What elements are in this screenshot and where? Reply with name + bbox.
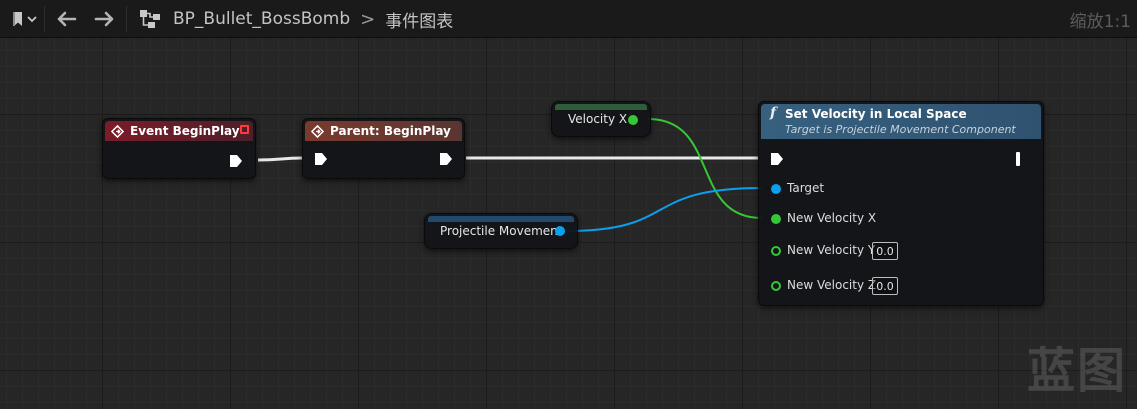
- new-velocity-z-input[interactable]: 0.0: [872, 277, 898, 295]
- velocity-x-variable-node[interactable]: Velocity X: [551, 101, 651, 137]
- new-velocity-y-input-pin[interactable]: [771, 246, 781, 256]
- zoom-level: 缩放1:1: [1069, 11, 1131, 32]
- new-velocity-x-input-pin[interactable]: [771, 214, 781, 224]
- function-icon: f: [770, 105, 777, 121]
- event-beginplay-node[interactable]: Event BeginPlay: [102, 118, 256, 179]
- node-header: Parent: BeginPlay: [305, 121, 462, 141]
- exec-input-pin[interactable]: [314, 152, 328, 166]
- target-input-pin[interactable]: [771, 184, 781, 194]
- toolbar-divider: [44, 6, 45, 32]
- object-output-pin[interactable]: [555, 226, 565, 236]
- exec-output-pin[interactable]: [1016, 152, 1020, 166]
- event-diamond-icon: [311, 124, 324, 138]
- projectile-movement-variable-node[interactable]: Projectile Movement: [424, 213, 578, 249]
- breadcrumb: BP_Bullet_BossBomb > 事件图表: [139, 0, 453, 38]
- back-button[interactable]: [52, 4, 82, 34]
- pin-label-target: Target: [787, 181, 825, 195]
- pin-label-new-velocity-y: New Velocity Y: [787, 243, 876, 257]
- set-velocity-in-local-space-node[interactable]: f Set Velocity in Local Space Target is …: [758, 101, 1044, 306]
- float-output-pin[interactable]: [628, 115, 638, 125]
- new-velocity-z-input-pin[interactable]: [771, 281, 781, 291]
- toolbar-divider: [126, 6, 127, 32]
- bookmark-icon: [13, 12, 37, 26]
- exec-output-pin[interactable]: [439, 152, 453, 166]
- node-title: Event BeginPlay: [130, 124, 240, 138]
- chevron-down-icon: [27, 16, 37, 23]
- variable-color-strip: [428, 216, 574, 222]
- new-velocity-y-input[interactable]: 0.0: [872, 242, 898, 260]
- breadcrumb-graph-name[interactable]: 事件图表: [385, 7, 453, 32]
- breadcrumb-asset-name[interactable]: BP_Bullet_BossBomb: [173, 9, 350, 29]
- bookmark-menu-button[interactable]: [4, 4, 42, 34]
- pin-label-new-velocity-x: New Velocity X: [787, 211, 877, 225]
- variable-color-strip: [555, 104, 647, 110]
- arrow-right-icon: [94, 11, 114, 27]
- pin-label-new-velocity-z: New Velocity Z: [787, 278, 877, 292]
- graph-hierarchy-icon: [140, 10, 160, 28]
- event-diamond-icon: [111, 124, 124, 138]
- exec-output-pin[interactable]: [229, 154, 243, 168]
- forward-button[interactable]: [89, 4, 119, 34]
- breadcrumb-separator: >: [360, 8, 376, 30]
- node-subtitle: Target is Projectile Movement Component: [785, 123, 1016, 136]
- node-title: Parent: BeginPlay: [330, 124, 451, 138]
- exec-input-pin[interactable]: [770, 152, 784, 166]
- variable-label: Projectile Movement: [440, 224, 563, 238]
- node-title: Set Velocity in Local Space: [785, 107, 967, 121]
- delegate-output-pin[interactable]: [240, 125, 249, 134]
- parent-beginplay-node[interactable]: Parent: BeginPlay: [302, 118, 465, 179]
- variable-label: Velocity X: [568, 112, 628, 126]
- blueprint-watermark: 蓝图: [1026, 343, 1127, 399]
- node-header: f Set Velocity in Local Space Target is …: [761, 104, 1041, 139]
- graph-toolbar: BP_Bullet_BossBomb > 事件图表 缩放1:1: [0, 0, 1137, 38]
- node-header: Event BeginPlay: [105, 121, 253, 141]
- arrow-left-icon: [57, 11, 77, 27]
